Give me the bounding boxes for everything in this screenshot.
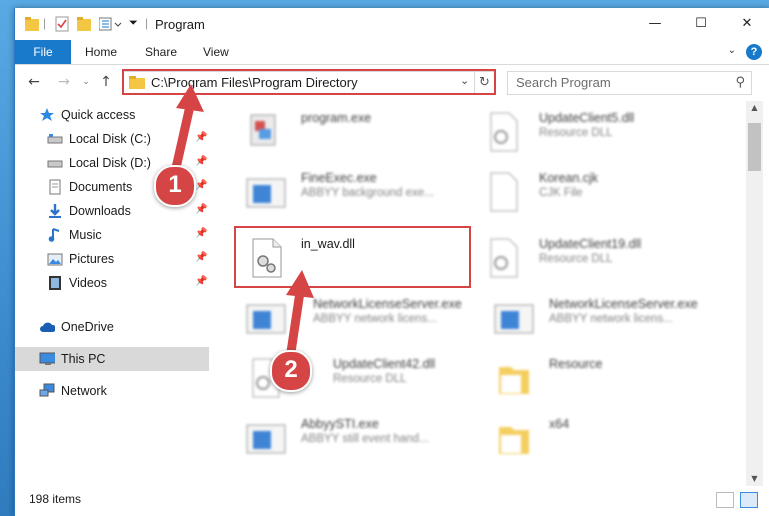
arrow-1-shaft [171,101,195,173]
step-1-badge: 1 [154,165,196,207]
step-2-badge: 2 [270,350,312,392]
arrow-1-head [176,84,204,112]
arrow-2-head [286,270,314,298]
arrow-2-shaft [286,287,305,357]
annotation-arrows [171,84,314,357]
